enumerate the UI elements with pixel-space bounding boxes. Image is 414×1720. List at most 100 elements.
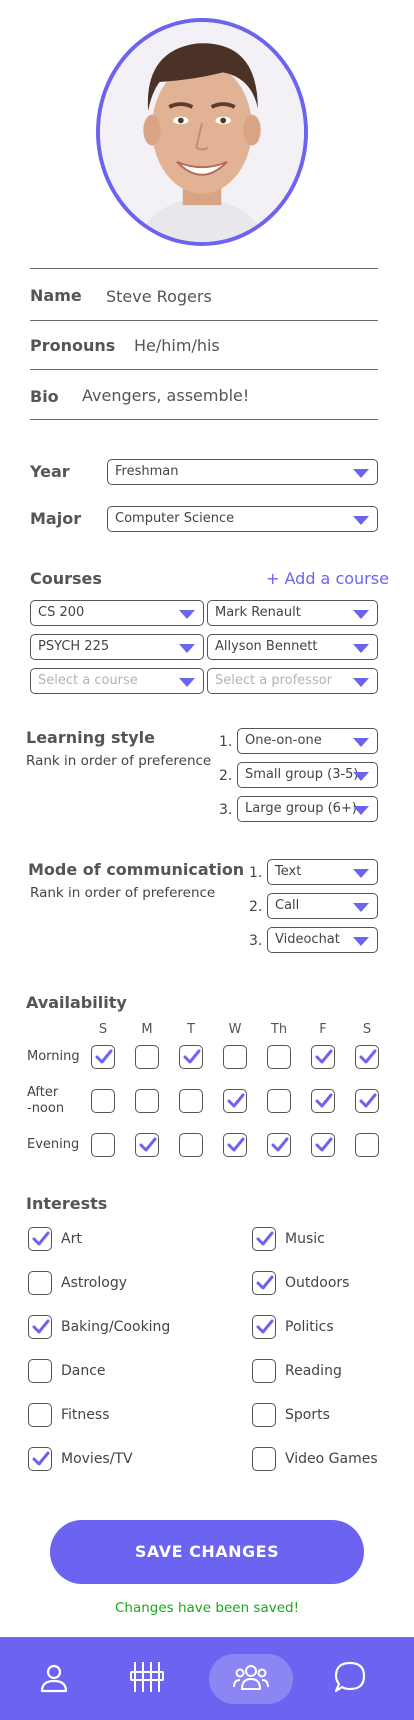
- dropdown-arrow-icon: [179, 610, 195, 619]
- availability-row-label: Evening: [27, 1137, 80, 1152]
- communication-subtitle: Rank in order of preference: [30, 885, 216, 901]
- learning-style-subtitle: Rank in order of preference: [26, 753, 212, 769]
- rank-number: 1.: [219, 734, 233, 750]
- availability-checkbox[interactable]: [311, 1089, 335, 1113]
- course-select[interactable]: CS 200: [30, 600, 204, 626]
- professor-select-empty[interactable]: Select a professor: [207, 668, 378, 694]
- name-label: Name: [30, 286, 82, 305]
- availability-checkbox[interactable]: [135, 1089, 159, 1113]
- availability-checkbox[interactable]: [179, 1089, 203, 1113]
- settings-sliders-icon[interactable]: [129, 1660, 165, 1694]
- interest-checkbox[interactable]: [28, 1403, 52, 1427]
- dropdown-arrow-icon: [353, 903, 369, 912]
- dropdown-arrow-icon: [353, 869, 369, 878]
- name-field[interactable]: Steve Rogers: [106, 287, 212, 306]
- availability-checkbox[interactable]: [355, 1045, 379, 1069]
- year-label: Year: [30, 462, 70, 481]
- availability-checkbox[interactable]: [223, 1133, 247, 1157]
- save-changes-button[interactable]: SAVE CHANGES: [50, 1520, 364, 1584]
- dropdown-arrow-icon: [353, 738, 369, 747]
- rank-number: 1.: [249, 865, 263, 881]
- availability-checkbox[interactable]: [311, 1045, 335, 1069]
- divider: [30, 369, 378, 370]
- availability-checkbox[interactable]: [267, 1133, 291, 1157]
- availability-checkbox[interactable]: [91, 1089, 115, 1113]
- profile-icon[interactable]: [38, 1662, 70, 1694]
- course-select[interactable]: PSYCH 225: [30, 634, 204, 660]
- dropdown-arrow-icon: [353, 678, 369, 687]
- availability-checkbox[interactable]: [223, 1089, 247, 1113]
- learning-style-select[interactable]: Large group (6+): [237, 796, 378, 822]
- interest-label: Astrology: [61, 1275, 128, 1291]
- dropdown-arrow-icon: [353, 772, 369, 781]
- availability-checkbox[interactable]: [179, 1133, 203, 1157]
- availability-checkbox[interactable]: [311, 1133, 335, 1157]
- rank-number: 3.: [219, 802, 233, 818]
- interest-checkbox[interactable]: [252, 1359, 276, 1383]
- chat-icon[interactable]: [333, 1660, 367, 1694]
- availability-checkbox[interactable]: [355, 1133, 379, 1157]
- availability-checkbox[interactable]: [355, 1089, 379, 1113]
- professor-select[interactable]: Allyson Bennett: [207, 634, 378, 660]
- interest-checkbox[interactable]: [28, 1271, 52, 1295]
- rank-number: 2.: [249, 899, 263, 915]
- interest-label: Reading: [285, 1363, 342, 1379]
- interest-label: Music: [285, 1231, 325, 1247]
- learning-style-title: Learning style: [26, 728, 155, 747]
- day-header: F: [319, 1022, 327, 1037]
- availability-row-label: After -noon: [27, 1085, 65, 1116]
- bio-label: Bio: [30, 387, 59, 406]
- interest-checkbox[interactable]: [252, 1447, 276, 1471]
- interest-label: Politics: [285, 1319, 334, 1335]
- communication-select[interactable]: Call: [267, 893, 378, 919]
- availability-checkbox[interactable]: [135, 1133, 159, 1157]
- course-select-empty[interactable]: Select a course: [30, 668, 204, 694]
- learning-style-select[interactable]: Small group (3-5): [237, 762, 378, 788]
- divider: [30, 320, 378, 321]
- interest-checkbox[interactable]: [28, 1447, 52, 1471]
- pronouns-label: Pronouns: [30, 336, 116, 355]
- learning-style-select[interactable]: One-on-one: [237, 728, 378, 754]
- interest-label: Sports: [285, 1407, 330, 1423]
- day-header: M: [141, 1022, 153, 1037]
- communication-select[interactable]: Videochat: [267, 927, 378, 953]
- interest-checkbox[interactable]: [252, 1271, 276, 1295]
- availability-checkbox[interactable]: [91, 1133, 115, 1157]
- rank-number: 3.: [249, 933, 263, 949]
- interest-checkbox[interactable]: [252, 1403, 276, 1427]
- day-header: T: [187, 1022, 195, 1037]
- group-icon[interactable]: [233, 1662, 269, 1692]
- availability-checkbox[interactable]: [267, 1089, 291, 1113]
- bio-field[interactable]: Avengers, assemble!: [82, 386, 249, 405]
- profile-photo: [100, 22, 304, 242]
- dropdown-arrow-icon: [353, 806, 369, 815]
- divider: [30, 419, 378, 420]
- interest-checkbox[interactable]: [28, 1227, 52, 1251]
- interest-checkbox[interactable]: [28, 1359, 52, 1383]
- interest-checkbox[interactable]: [28, 1315, 52, 1339]
- professor-select[interactable]: Mark Renault: [207, 600, 378, 626]
- communication-select[interactable]: Text: [267, 859, 378, 885]
- availability-row-label: Morning: [27, 1049, 80, 1064]
- day-header: Th: [270, 1022, 288, 1037]
- dropdown-arrow-icon: [353, 610, 369, 619]
- add-course-link[interactable]: + Add a course: [266, 569, 389, 588]
- interest-label: Fitness: [61, 1407, 110, 1423]
- pronouns-field[interactable]: He/him/his: [134, 336, 220, 355]
- availability-checkbox[interactable]: [135, 1045, 159, 1069]
- availability-checkbox[interactable]: [91, 1045, 115, 1069]
- profile-avatar[interactable]: [96, 18, 308, 246]
- availability-checkbox[interactable]: [267, 1045, 291, 1069]
- availability-checkbox[interactable]: [223, 1045, 247, 1069]
- interest-checkbox[interactable]: [252, 1315, 276, 1339]
- major-select[interactable]: Computer Science: [107, 506, 378, 532]
- dropdown-arrow-icon: [179, 678, 195, 687]
- interest-label: Dance: [61, 1363, 106, 1379]
- interest-label: Video Games: [285, 1451, 378, 1467]
- year-select[interactable]: Freshman: [107, 459, 378, 485]
- interest-label: Art: [61, 1231, 82, 1247]
- interest-checkbox[interactable]: [252, 1227, 276, 1251]
- availability-checkbox[interactable]: [179, 1045, 203, 1069]
- communication-title: Mode of communication: [28, 860, 245, 879]
- save-status-message: Changes have been saved!: [114, 1600, 300, 1616]
